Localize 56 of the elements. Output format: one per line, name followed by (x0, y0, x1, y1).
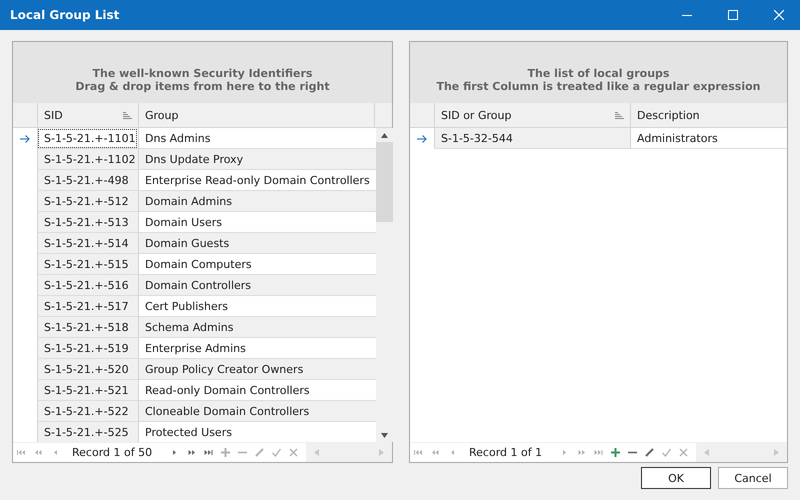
record-counter: Record 1 of 50 (71, 446, 154, 459)
window-title: Local Group List (10, 8, 120, 22)
next-page-icon[interactable] (187, 448, 196, 457)
column-header[interactable]: Group (138, 103, 374, 127)
column-header[interactable]: Description (630, 103, 787, 127)
grid-caption: The list of local groups (528, 66, 670, 80)
table-cell: Group Policy Creator Owners (138, 359, 376, 380)
append-icon[interactable] (611, 448, 620, 457)
column-header[interactable]: SID or Group (434, 103, 630, 127)
table-cell: S-1-5-21.+-517 (37, 296, 138, 317)
table-cell: S-1-5-21.+-515 (37, 254, 138, 275)
horizontal-scrollbar[interactable] (696, 443, 787, 462)
arrow-icon (20, 134, 30, 142)
scroll-down-icon[interactable] (380, 433, 388, 438)
table-cell: S-1-5-32-544 (434, 128, 630, 149)
table-cell: Dns Update Proxy (138, 149, 376, 170)
arrow-icon (417, 134, 427, 142)
grid-caption: Drag & drop items from here to the right (75, 80, 330, 92)
ok-button[interactable]: OK (641, 467, 711, 489)
table-cell: S-1-5-21.+-513 (37, 212, 138, 233)
grid-caption: The well-known Security Identifiers (92, 66, 312, 80)
table-cell: Domain Guests (138, 233, 376, 254)
scroll-right-icon[interactable] (379, 449, 384, 456)
column-header[interactable]: SID (37, 103, 138, 127)
table-cell: S-1-5-21.+-521 (37, 380, 138, 401)
scroll-up-icon[interactable] (380, 133, 388, 138)
scroll-right-icon[interactable] (774, 449, 779, 456)
table-cell: S-1-5-21.+-512 (37, 191, 138, 212)
table-cell: Schema Admins (138, 317, 376, 338)
table-cell: Administrators (630, 128, 787, 149)
scroll-thumb[interactable] (376, 142, 393, 222)
record-counter: Record 1 of 1 (468, 446, 544, 459)
sort-icon (615, 111, 624, 119)
maximize-icon[interactable] (728, 10, 738, 20)
table-cell: S-1-5-21.+-520 (37, 359, 138, 380)
table-cell: S-1-5-21.+-518 (37, 317, 138, 338)
table-cell: S-1-5-21.+-1101 (37, 128, 138, 149)
table-cell: S-1-5-21.+-498 (37, 170, 138, 191)
table-cell: Cloneable Domain Controllers (138, 401, 376, 422)
table-cell: S-1-5-21.+-519 (37, 338, 138, 359)
close-icon[interactable] (774, 10, 784, 20)
table-cell: Domain Controllers (138, 275, 376, 296)
horizontal-scrollbar[interactable] (306, 443, 392, 462)
table-cell: S-1-5-21.+-514 (37, 233, 138, 254)
edit-icon[interactable] (645, 448, 654, 457)
sort-icon (123, 111, 132, 119)
table-cell: S-1-5-21.+-525 (37, 422, 138, 443)
table-cell: Domain Admins (138, 191, 376, 212)
grid-caption: The first Column is treated like a regular expression (436, 80, 761, 92)
cancel-button[interactable]: Cancel (718, 467, 788, 489)
table-cell: S-1-5-21.+-522 (37, 401, 138, 422)
scroll-left-icon[interactable] (314, 449, 320, 456)
table-cell: S-1-5-21.+-1102 (37, 149, 138, 170)
table-cell: S-1-5-21.+-516 (37, 275, 138, 296)
last-icon[interactable] (204, 448, 214, 457)
scroll-left-icon[interactable] (704, 449, 710, 456)
